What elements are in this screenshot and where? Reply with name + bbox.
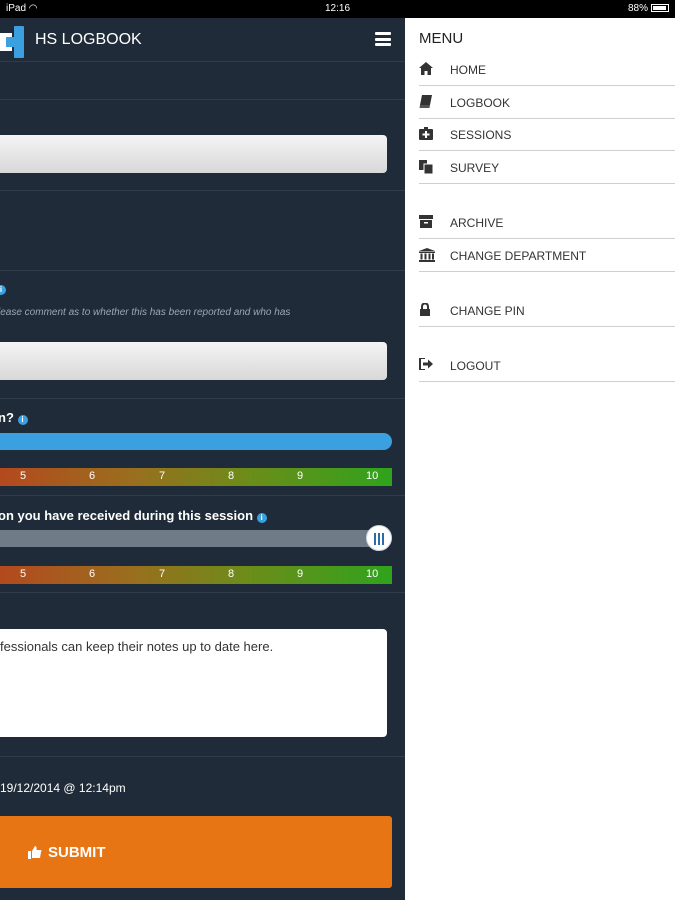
divider [0, 592, 405, 593]
institution-icon [419, 248, 435, 262]
menu-item-change-department[interactable]: CHANGE DEPARTMENT [419, 240, 675, 272]
scale-label: 8 [228, 568, 235, 580]
archive-icon [419, 215, 433, 228]
clock: 12:16 [324, 3, 351, 14]
rating-slider-2[interactable] [0, 530, 392, 547]
divider [0, 398, 405, 399]
divider [0, 495, 405, 496]
scale-label: 5 [20, 568, 27, 580]
thumbs-up-icon [28, 846, 42, 859]
text-input[interactable] [0, 135, 387, 173]
app-panel: HS LOGBOOK i lease comment as to whether… [0, 18, 405, 900]
hamburger-menu-icon[interactable] [375, 32, 391, 46]
menu-item-label: SURVEY [450, 161, 500, 175]
menu-item-change-pin[interactable]: CHANGE PIN [419, 295, 675, 327]
book-icon [419, 95, 432, 108]
submit-label: SUBMIT [48, 844, 106, 861]
menu-item-label: LOGOUT [450, 359, 501, 373]
session-date: 19/12/2014 @ 12:14pm [0, 781, 126, 795]
notes-textarea[interactable]: fessionals can keep their notes up to da… [0, 629, 387, 737]
menu-title: MENU [419, 30, 464, 47]
menu-item-home[interactable]: HOME [419, 54, 675, 86]
comment-input[interactable] [0, 342, 387, 380]
menu-item-archive[interactable]: ARCHIVE [419, 207, 675, 239]
home-icon [419, 62, 433, 75]
info-icon[interactable]: i [17, 415, 28, 425]
menu-item-label: CHANGE DEPARTMENT [450, 249, 587, 263]
scale-label: 10 [366, 568, 379, 580]
scale-label: 9 [297, 470, 304, 482]
info-icon[interactable]: i [256, 513, 267, 523]
side-menu: MENU HOME LOGBOOK SESSIONS SURVEY ARCHIV… [405, 18, 675, 900]
submit-button[interactable]: SUBMIT [0, 816, 392, 888]
slider-handle[interactable] [366, 525, 392, 551]
question-2-label: on you have received during this session… [0, 508, 267, 523]
scale-label: 6 [89, 470, 96, 482]
scale-label: 5 [20, 470, 27, 482]
medkit-icon [419, 127, 433, 140]
sign-out-icon [419, 358, 433, 370]
comment-hint: lease comment as to whether this has bee… [0, 307, 291, 318]
menu-item-label: CHANGE PIN [450, 304, 525, 318]
copy-icon [419, 160, 433, 174]
scale-label: 10 [366, 470, 379, 482]
notes-text: fessionals can keep their notes up to da… [0, 639, 274, 654]
scale-label: 6 [89, 568, 96, 580]
menu-item-logbook[interactable]: LOGBOOK [419, 87, 675, 119]
rating-scale-1: 5 6 7 8 9 10 [0, 468, 392, 486]
scale-label: 9 [297, 568, 304, 580]
scale-label: 7 [159, 568, 166, 580]
menu-item-label: HOME [450, 63, 486, 77]
menu-item-sessions[interactable]: SESSIONS [419, 119, 675, 151]
status-bar: iPad ◠ 12:16 88% [0, 0, 675, 18]
divider [0, 190, 405, 191]
question-1-label: n? i [0, 410, 28, 425]
battery-status: 88% [628, 3, 669, 14]
scale-label: 7 [159, 470, 166, 482]
menu-item-survey[interactable]: SURVEY [419, 152, 675, 184]
logo-icon [0, 26, 24, 58]
app-header: HS LOGBOOK [0, 18, 405, 62]
divider [0, 99, 405, 100]
menu-item-label: SESSIONS [450, 128, 512, 142]
menu-item-label: ARCHIVE [450, 216, 504, 230]
scale-label: 8 [228, 470, 235, 482]
menu-item-label: LOGBOOK [450, 96, 511, 110]
app-title: HS LOGBOOK [35, 31, 142, 48]
info-icon[interactable]: i [0, 285, 6, 295]
rating-slider-1[interactable] [0, 433, 392, 450]
divider [0, 756, 405, 757]
menu-item-logout[interactable]: LOGOUT [419, 350, 675, 382]
rating-scale-2: 5 6 7 8 9 10 [0, 566, 392, 584]
battery-icon [651, 4, 669, 12]
divider [0, 270, 405, 271]
lock-icon [420, 303, 430, 316]
